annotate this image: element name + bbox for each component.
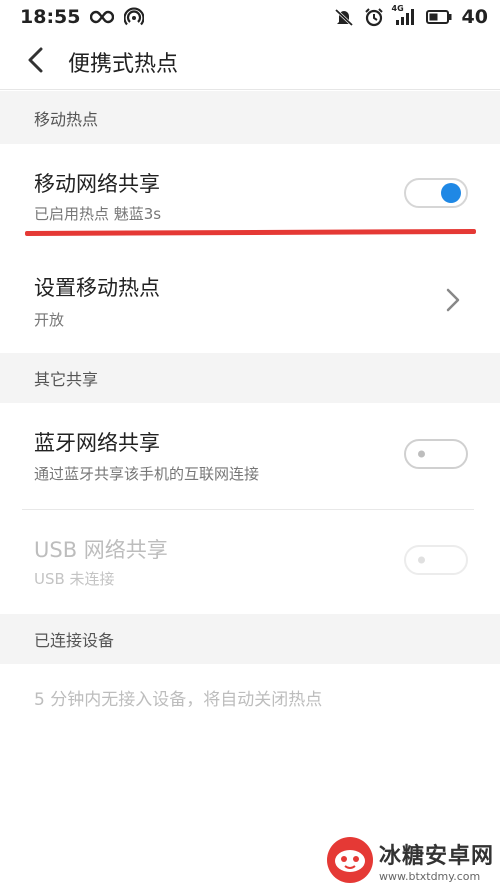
infinity-icon — [90, 10, 115, 24]
hotspot-setup-row[interactable]: 设置移动热点 开放 — [0, 250, 500, 352]
page-title: 便携式热点 — [68, 51, 179, 77]
chevron-right-icon — [446, 288, 460, 316]
toggle-knob — [418, 450, 425, 458]
usb-share-toggle — [404, 545, 468, 575]
section-title: 已连接设备 — [34, 631, 115, 650]
battery-level: 40 — [461, 6, 488, 28]
watermark-text: 冰糖安卓网 www.btxtdmy.com — [379, 838, 494, 883]
watermark-logo-icon — [326, 837, 373, 883]
network-type-label: 4G — [391, 4, 404, 13]
bluetooth-share-toggle[interactable] — [404, 439, 468, 469]
back-button[interactable] — [0, 34, 76, 90]
watermark-title: 冰糖安卓网 — [378, 843, 494, 869]
alarm-icon — [364, 7, 384, 27]
cell-signal-icon: 4G — [392, 4, 416, 26]
section-header-connected-devices: 已连接设备 — [0, 614, 500, 664]
mobile-network-share-toggle[interactable] — [404, 178, 468, 208]
back-arrow-icon — [26, 47, 46, 77]
row-subtitle: 通过蓝牙共享该手机的互联网连接 — [34, 465, 260, 483]
row-title: USB 网络共享 — [34, 538, 168, 562]
row-title: 设置移动热点 — [34, 276, 160, 300]
bluetooth-share-row[interactable]: 蓝牙网络共享 通过蓝牙共享该手机的互联网连接 — [0, 403, 500, 509]
toggle-knob — [418, 556, 425, 564]
hotspot-signal-icon — [124, 7, 145, 27]
mute-icon — [334, 7, 354, 27]
section-title: 其它共享 — [34, 370, 99, 389]
status-bar-right: 4G 40 — [334, 4, 488, 28]
status-bar-left: 18:55 — [20, 6, 145, 28]
auto-close-hint: 5 分钟内无接入设备，将自动关闭热点 — [34, 690, 323, 710]
usb-share-row: USB 网络共享 USB 未连接 — [0, 510, 500, 614]
row-subtitle: USB 未连接 — [34, 570, 115, 588]
row-subtitle: 开放 — [34, 311, 65, 329]
row-subtitle: 已启用热点 魅蓝3s — [34, 205, 162, 223]
section-header-mobile-hotspot: 移动热点 — [0, 91, 500, 144]
battery-icon — [425, 9, 452, 25]
watermark-url: www.btxtdmy.com — [378, 869, 481, 883]
section-header-other-sharing: 其它共享 — [0, 353, 500, 403]
app-bar: 便携式热点 — [0, 34, 500, 90]
toggle-knob — [441, 183, 461, 203]
row-title: 蓝牙网络共享 — [34, 431, 160, 455]
status-time: 18:55 — [20, 6, 81, 28]
watermark: 冰糖安卓网 www.btxtdmy.com — [326, 837, 494, 883]
section-title: 移动热点 — [34, 109, 99, 129]
row-title: 移动网络共享 — [34, 172, 160, 196]
status-bar: 18:55 4G 40 — [0, 0, 500, 34]
